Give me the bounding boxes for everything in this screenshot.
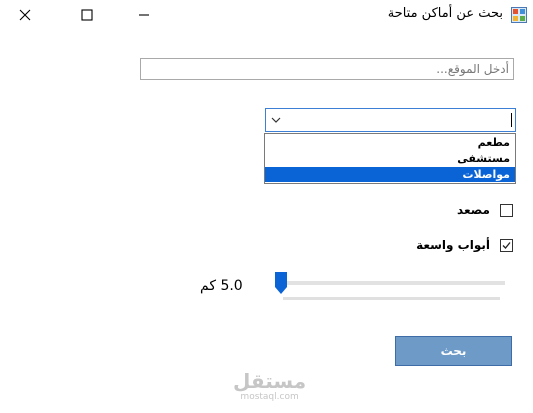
- maximize-icon: [81, 9, 93, 21]
- title-bar: بحث عن أماكن متاحة: [0, 0, 533, 30]
- watermark: مستقل mostaql.com: [233, 370, 306, 402]
- wide-doors-checkbox-row[interactable]: أبواب واسعة: [416, 236, 513, 254]
- distance-slider-track[interactable]: [283, 281, 505, 285]
- chevron-down-icon: [271, 117, 281, 123]
- maximize-button[interactable]: [76, 4, 98, 26]
- category-dropdown-list: مطعم مستشفى مواصلات: [264, 133, 516, 184]
- dropdown-option-restaurant[interactable]: مطعم: [265, 135, 515, 150]
- category-combobox[interactable]: [265, 108, 516, 132]
- wide-doors-label: أبواب واسعة: [416, 238, 490, 252]
- distance-value-label: 5.0 كم: [200, 278, 243, 294]
- checkmark-icon: [502, 241, 511, 249]
- wide-doors-checkbox[interactable]: [500, 238, 513, 252]
- watermark-url: mostaql.com: [240, 392, 299, 402]
- combo-dropdown-button[interactable]: [266, 109, 286, 131]
- dropdown-option-transport[interactable]: مواصلات: [265, 167, 515, 182]
- minimize-icon: [139, 14, 149, 16]
- minimize-button[interactable]: [133, 4, 155, 26]
- app-icon: [511, 7, 527, 23]
- distance-slider-thumb[interactable]: [275, 272, 287, 294]
- elevator-checkbox[interactable]: [500, 203, 513, 217]
- location-search-placeholder: أدخل الموقع...: [436, 62, 509, 76]
- distance-slider-tick-bar: [283, 297, 500, 300]
- window-title: بحث عن أماكن متاحة: [387, 6, 503, 21]
- close-button[interactable]: [14, 4, 36, 26]
- dropdown-option-hospital[interactable]: مستشفى: [265, 151, 515, 166]
- search-button[interactable]: بحث: [395, 336, 512, 366]
- elevator-checkbox-row[interactable]: مصعد: [457, 201, 513, 219]
- watermark-logo-text: مستقل: [233, 369, 307, 393]
- text-caret: [511, 113, 512, 127]
- location-search-input[interactable]: أدخل الموقع...: [140, 58, 514, 80]
- close-icon: [19, 9, 31, 21]
- elevator-label: مصعد: [457, 203, 490, 217]
